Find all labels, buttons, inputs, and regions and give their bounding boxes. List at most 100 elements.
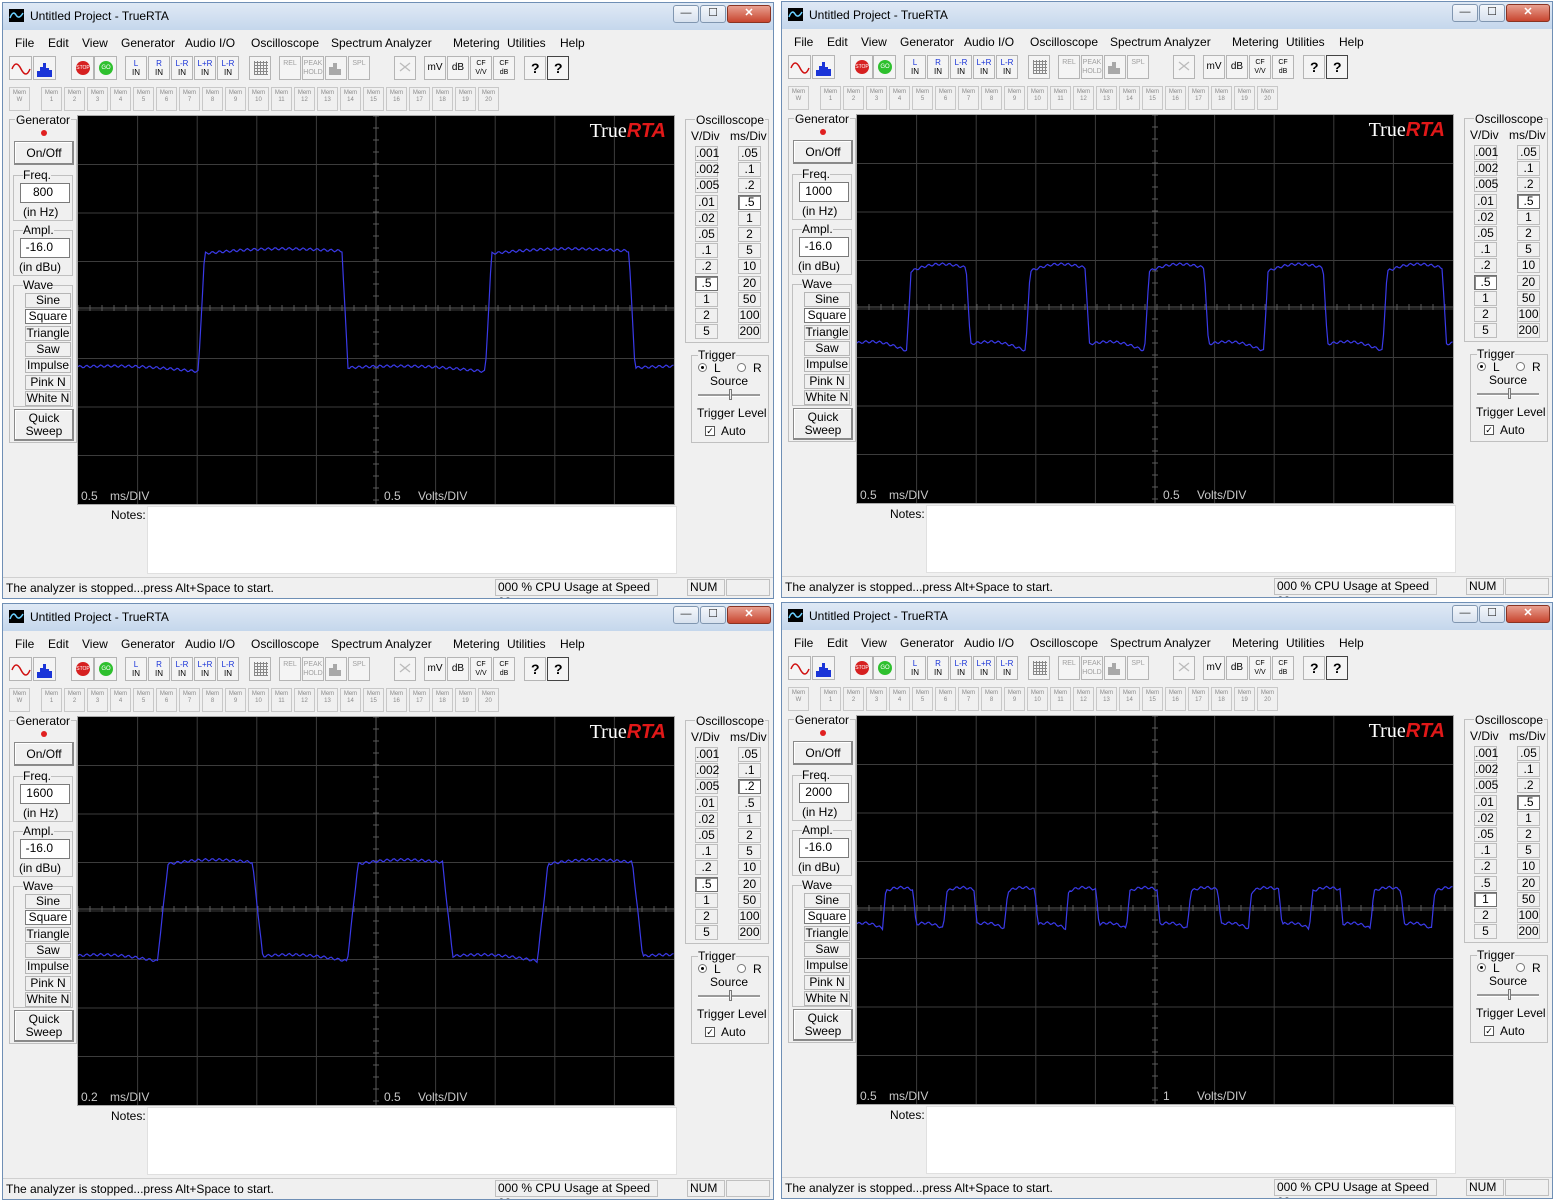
mode-button[interactable]: PEAK HOLD xyxy=(302,56,324,80)
vdiv-option[interactable]: .2 xyxy=(695,259,718,275)
input-channel-button[interactable]: L IN xyxy=(125,56,147,80)
input-channel-button[interactable]: R IN xyxy=(148,56,170,80)
memory-button[interactable]: Mem 5 xyxy=(133,87,154,111)
unit-button[interactable]: mV xyxy=(424,56,446,80)
msdiv-option[interactable]: .05 xyxy=(738,146,761,161)
msdiv-option[interactable]: .5 xyxy=(1517,193,1540,209)
wave-button[interactable]: Square xyxy=(25,910,71,926)
memory-button[interactable]: Mem 11 xyxy=(271,87,292,111)
mode-button[interactable]: SPL xyxy=(1127,656,1149,680)
msdiv-option[interactable]: .1 xyxy=(1517,762,1540,778)
msdiv-option[interactable]: .2 xyxy=(738,779,761,795)
msdiv-option[interactable]: .05 xyxy=(1517,746,1540,761)
trigger-level-thumb[interactable] xyxy=(729,990,732,1001)
notes-field[interactable] xyxy=(147,1107,677,1175)
msdiv-option[interactable]: .5 xyxy=(738,795,761,811)
memory-button[interactable]: Mem 18 xyxy=(1211,86,1232,110)
bars-button[interactable] xyxy=(325,657,347,681)
trigger-right-radio[interactable] xyxy=(1516,963,1525,972)
unit-button[interactable]: CF V/V xyxy=(470,56,492,80)
memory-button[interactable]: Mem 9 xyxy=(225,688,246,712)
msdiv-option[interactable]: 200 xyxy=(1517,323,1540,339)
vdiv-option[interactable]: 1 xyxy=(695,892,718,908)
trigger-level-thumb[interactable] xyxy=(1508,388,1511,399)
menu-item[interactable]: Help xyxy=(1339,636,1364,650)
memory-button[interactable]: Mem 14 xyxy=(1119,86,1140,110)
memory-button[interactable]: Mem 9 xyxy=(1004,687,1025,711)
msdiv-option[interactable]: 1 xyxy=(1517,810,1540,826)
amplitude-input[interactable]: -16.0 xyxy=(799,237,849,257)
vdiv-option[interactable]: 2 xyxy=(1474,307,1497,322)
memory-button[interactable]: Mem 8 xyxy=(202,87,223,111)
wave-button[interactable]: Impulse xyxy=(804,958,850,974)
wave-button[interactable]: Triangle xyxy=(804,324,850,340)
help-button[interactable]: ? xyxy=(1303,55,1325,79)
msdiv-option[interactable]: 2 xyxy=(1517,226,1540,241)
wave-button[interactable]: Saw xyxy=(25,341,71,357)
unit-button[interactable]: dB xyxy=(447,657,469,681)
mode-button[interactable]: REL xyxy=(279,657,301,681)
memory-button[interactable]: Mem 7 xyxy=(179,87,200,111)
memory-button[interactable]: Mem 1 xyxy=(820,687,841,711)
menu-item[interactable]: Utilities xyxy=(1286,636,1325,650)
msdiv-option[interactable]: 5 xyxy=(738,243,761,259)
memory-button[interactable]: Mem 2 xyxy=(843,687,864,711)
menu-item[interactable]: Help xyxy=(1339,35,1364,49)
stop-button[interactable]: STOP xyxy=(71,657,94,681)
mode-button[interactable]: PEAK HOLD xyxy=(1081,55,1103,79)
generator-onoff-button[interactable]: On/Off xyxy=(14,742,74,766)
memory-button[interactable]: Mem 9 xyxy=(1004,86,1025,110)
memory-button[interactable]: Mem W xyxy=(788,86,809,110)
vdiv-option[interactable]: 2 xyxy=(1474,908,1497,923)
memory-button[interactable]: Mem 18 xyxy=(1211,687,1232,711)
memory-button[interactable]: Mem 11 xyxy=(271,688,292,712)
unit-button[interactable]: mV xyxy=(1203,55,1225,79)
minimize-button[interactable]: — xyxy=(673,5,699,23)
grid-button[interactable] xyxy=(1028,656,1050,680)
oscilloscope-view-button[interactable] xyxy=(788,55,811,79)
memory-button[interactable]: Mem W xyxy=(788,687,809,711)
input-channel-button[interactable]: L+R IN xyxy=(973,656,995,680)
msdiv-option[interactable]: .1 xyxy=(738,763,761,779)
memory-button[interactable]: Mem 2 xyxy=(64,688,85,712)
wave-button[interactable]: Saw xyxy=(804,941,850,957)
menu-item[interactable]: Audio I/O xyxy=(185,637,235,651)
vdiv-option[interactable]: .1 xyxy=(1474,843,1497,859)
memory-button[interactable]: Mem 14 xyxy=(1119,687,1140,711)
vdiv-option[interactable]: 5 xyxy=(695,324,718,340)
spectrum-view-button[interactable] xyxy=(812,656,835,680)
menu-item[interactable]: Generator xyxy=(121,36,175,50)
menu-item[interactable]: Utilities xyxy=(1286,35,1325,49)
wave-button[interactable]: Impulse xyxy=(25,358,71,374)
vdiv-option[interactable]: .02 xyxy=(1474,810,1497,826)
memory-button[interactable]: Mem 20 xyxy=(1257,687,1278,711)
input-channel-button[interactable]: R IN xyxy=(927,656,949,680)
msdiv-option[interactable]: 1 xyxy=(738,210,761,226)
memory-button[interactable]: Mem 14 xyxy=(340,688,361,712)
input-channel-button[interactable]: L IN xyxy=(125,657,147,681)
whats-this-button[interactable]: ? xyxy=(1326,656,1348,680)
msdiv-option[interactable]: .1 xyxy=(1517,161,1540,177)
vdiv-option[interactable]: .05 xyxy=(695,227,718,242)
memory-button[interactable]: Mem 16 xyxy=(1165,687,1186,711)
quick-sweep-button[interactable]: Quick Sweep xyxy=(793,1009,853,1041)
grid-button[interactable] xyxy=(1028,55,1050,79)
memory-button[interactable]: Mem 15 xyxy=(1142,687,1163,711)
unit-button[interactable]: mV xyxy=(424,657,446,681)
unit-button[interactable]: CF V/V xyxy=(1249,55,1271,79)
memory-button[interactable]: Mem 3 xyxy=(866,86,887,110)
msdiv-option[interactable]: .2 xyxy=(1517,778,1540,794)
vdiv-option[interactable]: .01 xyxy=(1474,193,1497,209)
msdiv-option[interactable]: 2 xyxy=(1517,827,1540,842)
vdiv-option[interactable]: .001 xyxy=(1474,145,1498,160)
trigger-right-radio[interactable] xyxy=(1516,362,1525,371)
memory-button[interactable]: Mem 17 xyxy=(1188,86,1209,110)
mode-button[interactable]: PEAK HOLD xyxy=(1081,656,1103,680)
vdiv-option[interactable]: .002 xyxy=(1474,762,1498,778)
auto-checkbox[interactable]: ✓ xyxy=(1484,425,1494,435)
maximize-button[interactable]: ☐ xyxy=(1479,4,1505,22)
menu-item[interactable]: Spectrum Analyzer xyxy=(331,36,432,50)
minimize-button[interactable]: — xyxy=(1452,605,1478,623)
amplitude-input[interactable]: -16.0 xyxy=(799,838,849,858)
memory-button[interactable]: Mem W xyxy=(9,87,30,111)
